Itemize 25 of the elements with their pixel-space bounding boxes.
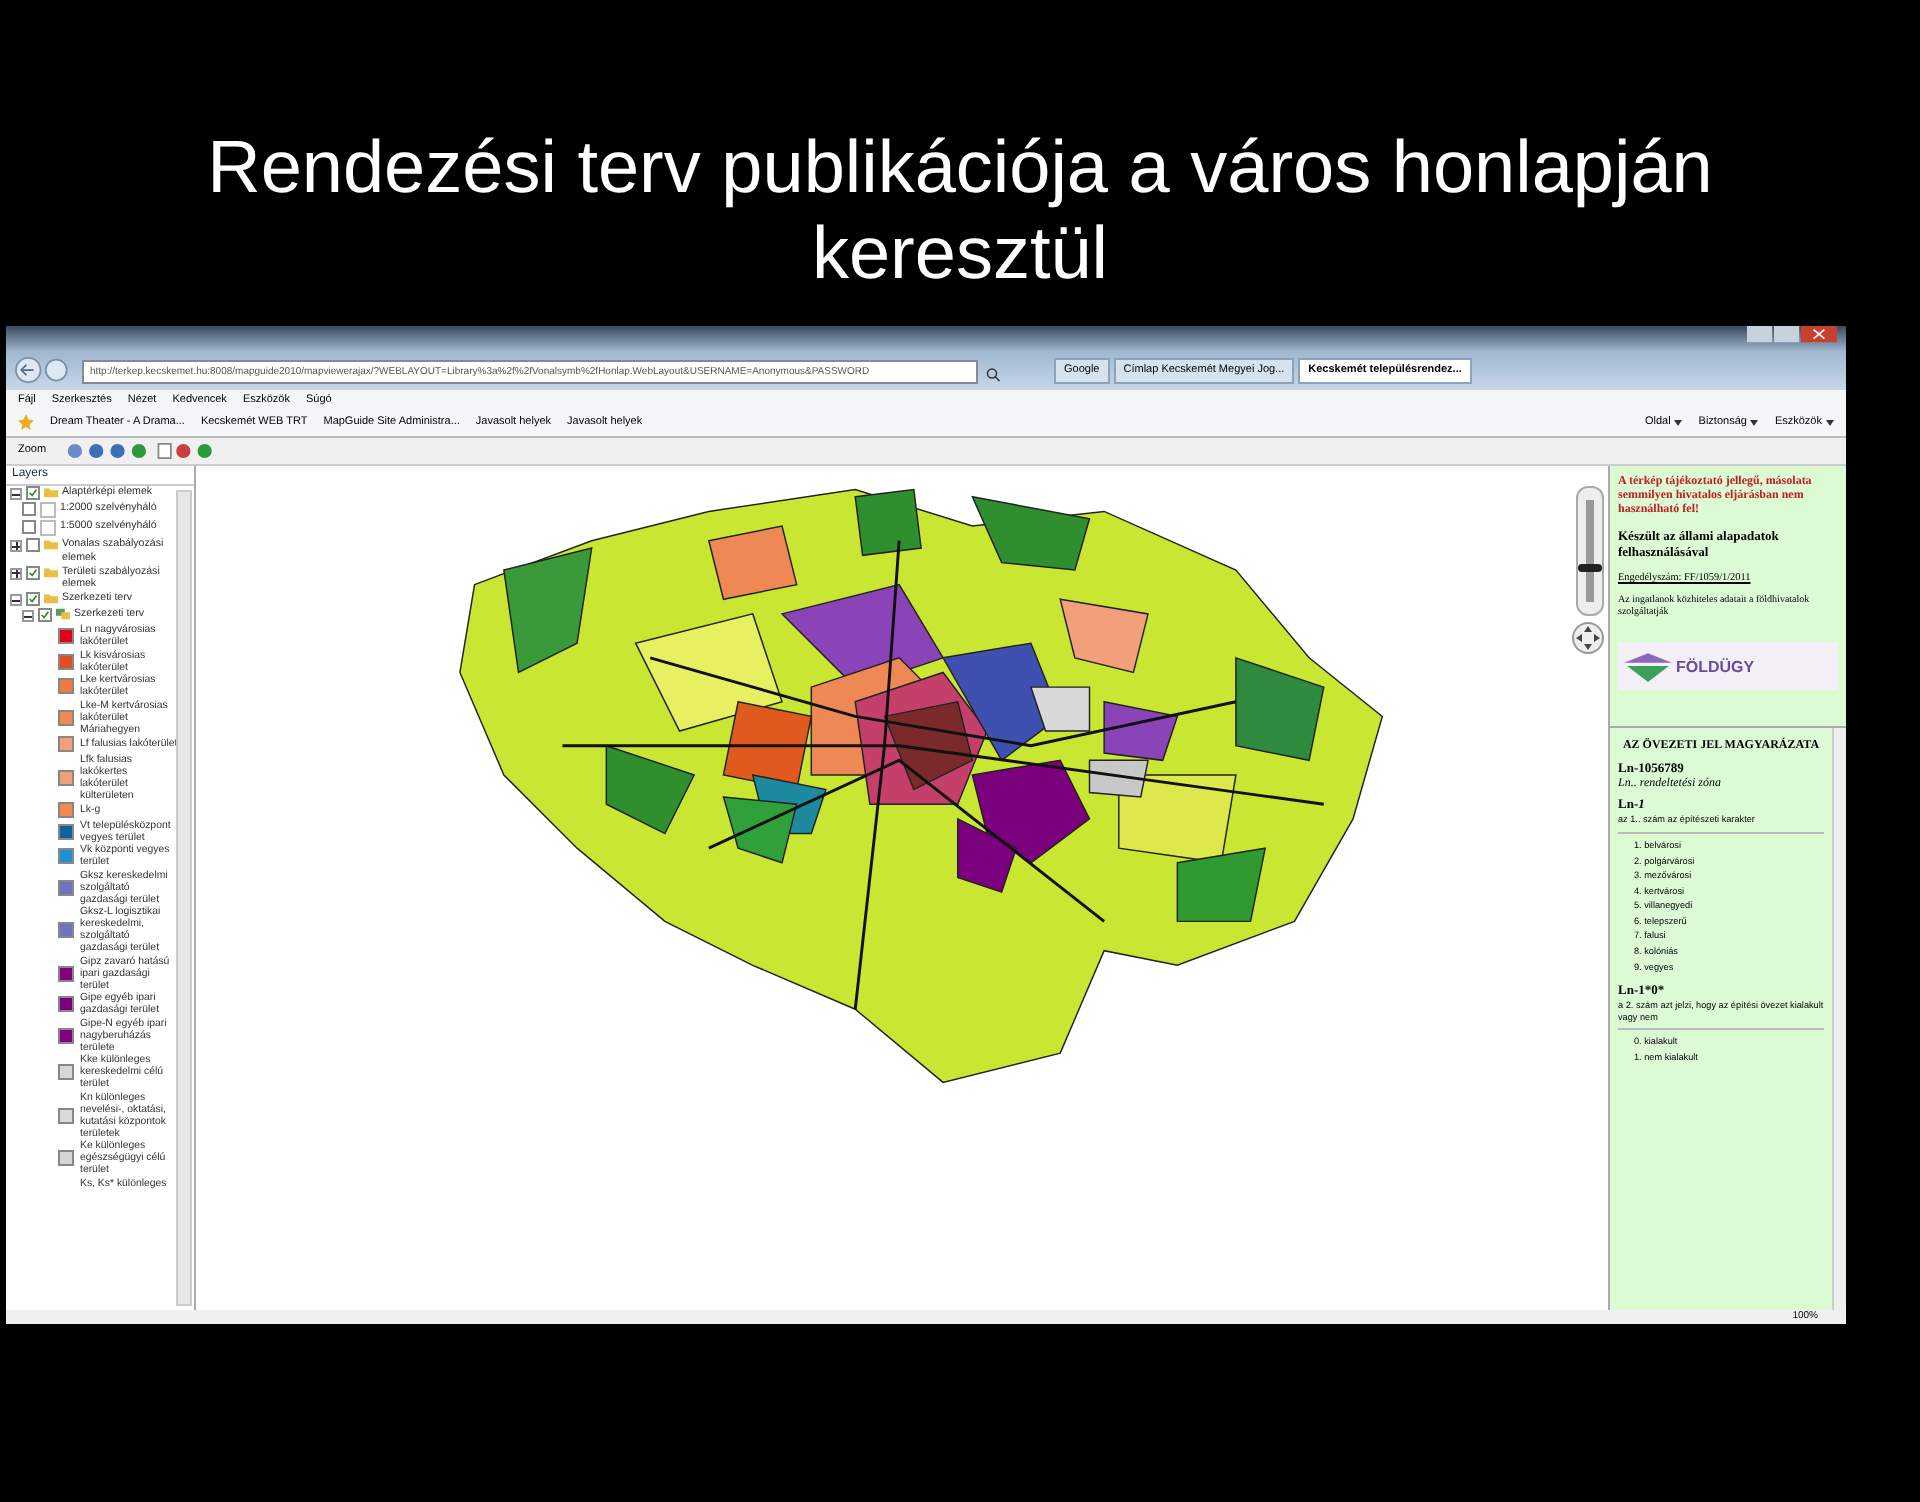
checkbox[interactable] (38, 608, 52, 623)
expand-toggle[interactable] (22, 610, 34, 623)
layer-group-icon (56, 608, 70, 621)
checkbox[interactable] (22, 502, 36, 517)
slide-title: Rendezési terv publikációja a város honlapján keresztül (205, 124, 1715, 298)
expand-toggle[interactable] (10, 594, 22, 607)
checkbox[interactable] (26, 592, 40, 607)
zoom-slider[interactable] (1576, 486, 1604, 617)
folder-icon (44, 486, 58, 499)
expand-toggle[interactable] (10, 567, 22, 580)
checkbox[interactable] (26, 486, 40, 501)
window-controls-icon[interactable] (1746, 326, 1838, 344)
checkbox[interactable] (26, 565, 40, 580)
back-forward-icon[interactable] (14, 355, 74, 384)
logo-text: FÖLDÜGY (1676, 657, 1755, 676)
expand-toggle[interactable] (10, 488, 22, 501)
scrollbar[interactable] (1832, 728, 1846, 1310)
star-icon[interactable] (18, 414, 34, 431)
checkbox[interactable] (26, 538, 40, 553)
expand-toggle[interactable] (10, 540, 22, 553)
checkbox[interactable] (22, 520, 36, 535)
pan-control-icon[interactable] (1572, 622, 1604, 655)
logo-icon (1624, 650, 1672, 683)
slider-thumb[interactable] (1578, 563, 1602, 572)
scrollbar[interactable] (176, 490, 192, 1306)
